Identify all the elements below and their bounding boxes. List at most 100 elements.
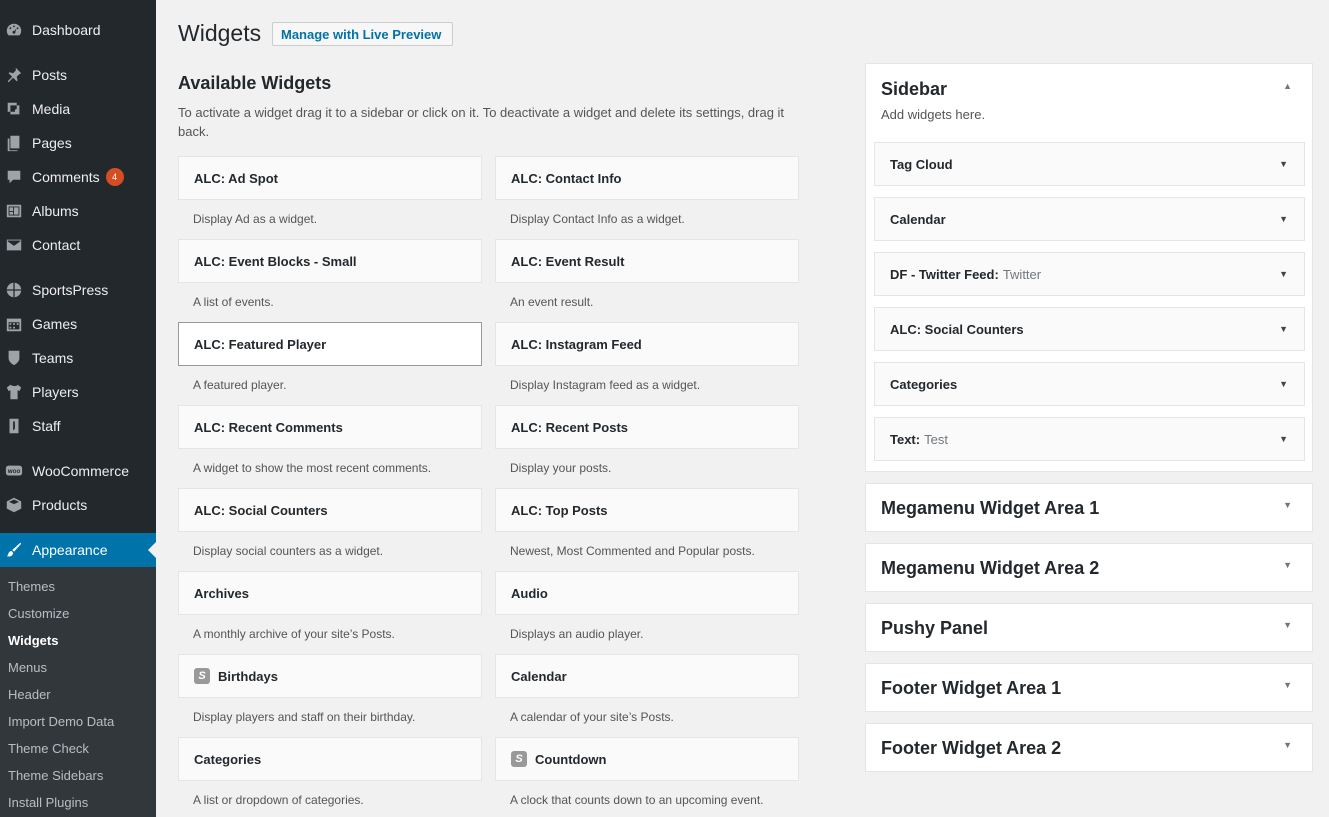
- submenu-menus[interactable]: Menus: [8, 660, 47, 675]
- widget-area-footer-1[interactable]: Footer Widget Area 1 ▼: [865, 663, 1313, 712]
- submenu-import-demo-data[interactable]: Import Demo Data: [8, 714, 114, 729]
- sidebar-area-title[interactable]: Sidebar: [881, 79, 947, 100]
- menu-item-label: Comments: [32, 169, 100, 185]
- menu-item-media[interactable]: Media: [0, 92, 156, 126]
- menu-item-posts[interactable]: Posts: [0, 58, 156, 92]
- widget-alc-event-result[interactable]: ALC: Event Result: [495, 239, 799, 283]
- menu-item-label: Games: [32, 316, 78, 332]
- sidebar-widget-categories[interactable]: Categories ▼: [874, 362, 1305, 406]
- sportspress-s-icon: S: [194, 668, 210, 684]
- menu-item-label: Products: [32, 497, 88, 513]
- sidebar-widget-tag-cloud[interactable]: Tag Cloud ▼: [874, 142, 1305, 186]
- menu-item-label: Posts: [32, 67, 68, 83]
- menu-item-dashboard[interactable]: Dashboard: [0, 13, 156, 47]
- submenu-theme-sidebars[interactable]: Theme Sidebars: [8, 768, 103, 783]
- sidebar-widget-twitter-feed[interactable]: DF - Twitter Feed: Twitter ▼: [874, 252, 1305, 296]
- widget-area-pushy-panel[interactable]: Pushy Panel ▼: [865, 603, 1313, 652]
- widget-alc-top-posts[interactable]: ALC: Top Posts: [495, 488, 799, 532]
- widget-alc-recent-comments[interactable]: ALC: Recent Comments: [178, 405, 482, 449]
- menu-item-label: WooCommerce: [32, 463, 129, 479]
- widget-countdown[interactable]: S Countdown: [495, 737, 799, 781]
- widget-description: Display Ad as a widget.: [193, 212, 318, 226]
- admin-menu: Dashboard Posts Media Pages Comments 4 A…: [0, 0, 156, 817]
- widget-description: An event result.: [510, 295, 594, 309]
- menu-item-label: Players: [32, 384, 79, 400]
- widget-alc-ad-spot[interactable]: ALC: Ad Spot: [178, 156, 482, 200]
- mail-icon: [4, 235, 24, 255]
- media-icon: [4, 99, 24, 119]
- widget-area-megamenu-1[interactable]: Megamenu Widget Area 1 ▼: [865, 483, 1313, 532]
- submenu-customize[interactable]: Customize: [8, 606, 69, 621]
- widget-description: Displays an audio player.: [510, 627, 644, 641]
- widget-categories[interactable]: Categories: [178, 737, 482, 781]
- widget-title: ALC: Social Counters: [194, 502, 328, 518]
- widget-alc-featured-player[interactable]: ALC: Featured Player: [178, 322, 482, 366]
- menu-item-label: Pages: [32, 135, 72, 151]
- albums-icon: [4, 201, 24, 221]
- widget-description: A monthly archive of your site’s Posts.: [193, 627, 395, 641]
- widget-title: Audio: [511, 585, 548, 601]
- submenu-header[interactable]: Header: [8, 687, 51, 702]
- widget-title: Countdown: [535, 751, 607, 767]
- menu-item-games[interactable]: Games: [0, 307, 156, 341]
- widget-title: DF - Twitter Feed:: [890, 266, 999, 282]
- widget-alc-instagram-feed[interactable]: ALC: Instagram Feed: [495, 322, 799, 366]
- menu-item-staff[interactable]: Staff: [0, 409, 156, 443]
- menu-item-label: Dashboard: [32, 22, 101, 38]
- widget-audio[interactable]: Audio: [495, 571, 799, 615]
- menu-item-teams[interactable]: Teams: [0, 341, 156, 375]
- widget-alc-event-blocks-small[interactable]: ALC: Event Blocks - Small: [178, 239, 482, 283]
- submenu-theme-check[interactable]: Theme Check: [8, 741, 89, 756]
- menu-item-label: Contact: [32, 237, 81, 253]
- manage-live-preview-button[interactable]: Manage with Live Preview: [272, 22, 453, 46]
- menu-item-woocommerce[interactable]: WOO WooCommerce: [0, 454, 156, 488]
- widget-birthdays[interactable]: S Birthdays: [178, 654, 482, 698]
- widget-calendar[interactable]: Calendar: [495, 654, 799, 698]
- shield-icon: [4, 348, 24, 368]
- widget-alc-recent-posts[interactable]: ALC: Recent Posts: [495, 405, 799, 449]
- widget-alc-contact-info[interactable]: ALC: Contact Info: [495, 156, 799, 200]
- expand-arrow-icon[interactable]: ▼: [1283, 620, 1292, 630]
- sidebar-area-description: Add widgets here.: [881, 107, 986, 122]
- expand-arrow-icon[interactable]: ▼: [1279, 434, 1288, 444]
- widget-description: Display Contact Info as a widget.: [510, 212, 685, 226]
- widget-description: A widget to show the most recent comment…: [193, 461, 432, 475]
- box-icon: [4, 495, 24, 515]
- widget-alc-social-counters[interactable]: ALC: Social Counters: [178, 488, 482, 532]
- sidebar-widget-text[interactable]: Text: Test ▼: [874, 417, 1305, 461]
- expand-arrow-icon[interactable]: ▼: [1279, 324, 1288, 334]
- submenu-widgets[interactable]: Widgets: [8, 633, 58, 648]
- expand-arrow-icon[interactable]: ▼: [1279, 379, 1288, 389]
- expand-arrow-icon[interactable]: ▼: [1279, 159, 1288, 169]
- widget-description: A list of events.: [193, 295, 274, 309]
- collapse-arrow-icon[interactable]: ▲: [1283, 81, 1292, 91]
- expand-arrow-icon[interactable]: ▼: [1283, 500, 1292, 510]
- menu-item-players[interactable]: Players: [0, 375, 156, 409]
- expand-arrow-icon[interactable]: ▼: [1279, 269, 1288, 279]
- dashboard-icon: [4, 20, 24, 40]
- expand-arrow-icon[interactable]: ▼: [1283, 740, 1292, 750]
- sidebar-widget-social-counters[interactable]: ALC: Social Counters ▼: [874, 307, 1305, 351]
- pin-icon: [4, 65, 24, 85]
- menu-item-products[interactable]: Products: [0, 488, 156, 522]
- widget-description: A list or dropdown of categories.: [193, 793, 364, 807]
- menu-item-albums[interactable]: Albums: [0, 194, 156, 228]
- submenu-install-plugins[interactable]: Install Plugins: [8, 795, 88, 810]
- expand-arrow-icon[interactable]: ▼: [1279, 214, 1288, 224]
- menu-item-pages[interactable]: Pages: [0, 126, 156, 160]
- menu-item-label: Albums: [32, 203, 79, 219]
- sidebar-widget-calendar[interactable]: Calendar ▼: [874, 197, 1305, 241]
- submenu-themes[interactable]: Themes: [8, 579, 55, 594]
- menu-item-contact[interactable]: Contact: [0, 228, 156, 262]
- widget-title: ALC: Social Counters: [890, 321, 1024, 337]
- widget-area-footer-2[interactable]: Footer Widget Area 2 ▼: [865, 723, 1313, 772]
- expand-arrow-icon[interactable]: ▼: [1283, 560, 1292, 570]
- widget-archives[interactable]: Archives: [178, 571, 482, 615]
- menu-item-appearance[interactable]: Appearance: [0, 533, 156, 567]
- widget-title: ALC: Top Posts: [511, 502, 608, 518]
- widget-title: ALC: Event Result: [511, 253, 625, 269]
- expand-arrow-icon[interactable]: ▼: [1283, 680, 1292, 690]
- menu-item-sportspress[interactable]: SportsPress: [0, 273, 156, 307]
- widget-area-megamenu-2[interactable]: Megamenu Widget Area 2 ▼: [865, 543, 1313, 592]
- menu-item-comments[interactable]: Comments 4: [0, 160, 156, 194]
